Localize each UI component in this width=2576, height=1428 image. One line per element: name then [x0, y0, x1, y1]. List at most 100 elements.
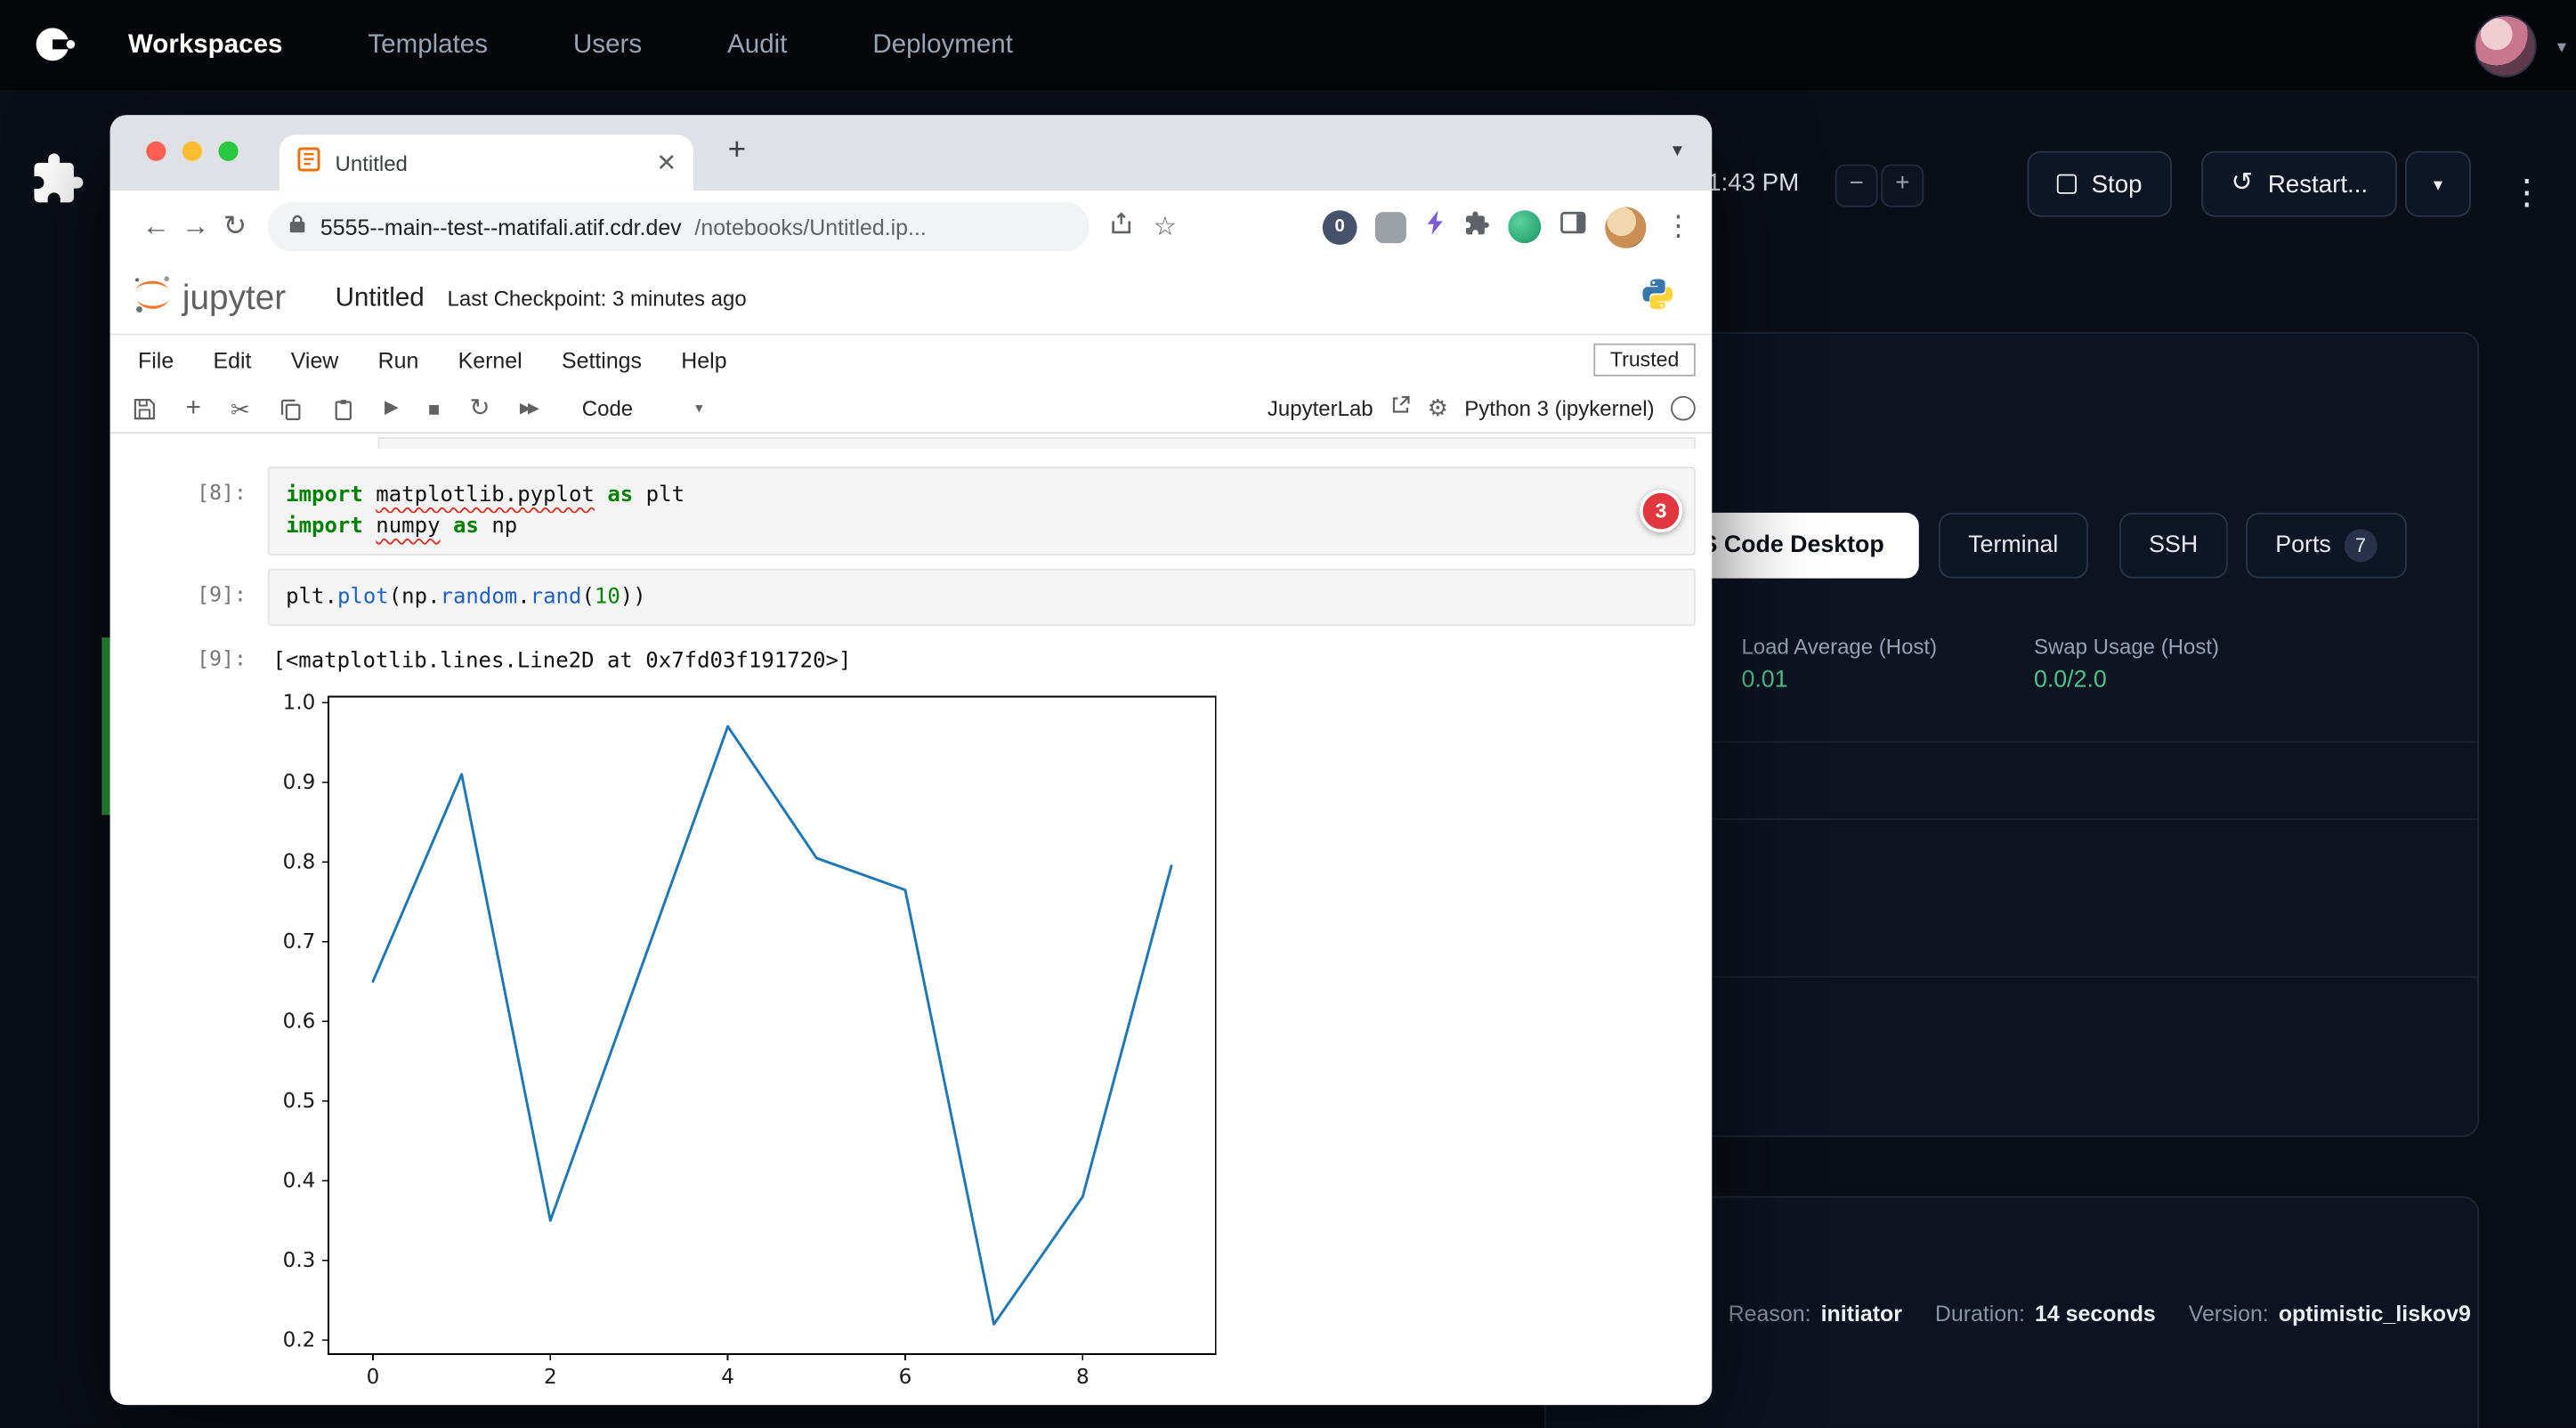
back-icon[interactable]: ←	[136, 210, 175, 243]
share-icon[interactable]	[1109, 210, 1134, 243]
browser-toolbar: ← → ↻ 5555--main--test--matifali.atif.cd…	[110, 191, 1713, 263]
extension-icon-1[interactable]: 0	[1323, 209, 1357, 244]
cell-type-dropdown[interactable]: Code ▾	[582, 396, 703, 421]
restart-kernel-icon[interactable]: ↻	[469, 396, 490, 421]
top-navbar: Workspaces Templates Users Audit Deploym…	[0, 0, 2576, 92]
ports-button[interactable]: Ports 7	[2246, 513, 2407, 579]
close-tab-icon[interactable]: ✕	[656, 150, 676, 175]
chevron-down-icon[interactable]: ▾	[2557, 37, 2566, 58]
jupyter-menubar: File Edit View Run Kernel Settings Help …	[110, 336, 1713, 385]
nav-item-deployment[interactable]: Deployment	[872, 30, 1013, 60]
interrupt-kernel-icon[interactable]: ■	[428, 399, 440, 418]
run-cell-icon[interactable]: ▶	[385, 400, 399, 418]
url-path: /notebooks/Untitled.ip...	[694, 215, 926, 239]
jupyter-wordmark: jupyter	[182, 279, 286, 318]
close-window-button[interactable]	[146, 142, 166, 161]
extension-icon-3[interactable]	[1508, 210, 1541, 243]
menu-file[interactable]: File	[138, 347, 174, 372]
cell-prompt: [8]:	[110, 467, 268, 556]
increment-button[interactable]: +	[1881, 165, 1924, 207]
ports-count-badge: 7	[2345, 529, 2378, 562]
add-cell-icon[interactable]: +	[186, 395, 201, 422]
browser-tab[interactable]: Untitled ✕	[279, 134, 693, 191]
nav-item-audit[interactable]: Audit	[727, 30, 787, 60]
url-host: 5555--main--test--matifali.atif.cdr.dev	[320, 215, 682, 239]
notebook-favicon	[296, 145, 322, 180]
chevron-down-icon: ▾	[2434, 174, 2442, 195]
save-icon[interactable]	[134, 397, 157, 420]
code-editor[interactable]: plt.plot(np.random.rand(10))	[268, 569, 1696, 627]
nav-item-templates[interactable]: Templates	[368, 30, 488, 60]
notebook-body: [8]: import matplotlib.pyplot as pltimpo…	[110, 434, 1713, 1405]
svg-text:0.4: 0.4	[283, 1170, 316, 1193]
user-avatar[interactable]	[2475, 15, 2537, 77]
output-text: [<matplotlib.lines.Line2D at 0x7fd03f191…	[268, 645, 852, 677]
coder-logo-icon[interactable]	[27, 18, 79, 70]
jupyter-logo-icon	[132, 272, 174, 323]
maximize-window-button[interactable]	[218, 142, 238, 161]
cut-cell-icon[interactable]: ✂	[231, 397, 250, 420]
reload-icon[interactable]: ↻	[215, 210, 255, 243]
jupyter-toolbar: + ✂ ▶ ■ ↻ ▶▶ Code ▾ JupyterLab ⚙ P	[110, 385, 1713, 434]
ssh-button[interactable]: SSH	[2119, 513, 2227, 579]
run-all-icon[interactable]: ▶▶	[520, 401, 536, 416]
nav-item-users[interactable]: Users	[573, 30, 642, 60]
code-editor[interactable]: import matplotlib.pyplot as pltimport nu…	[268, 467, 1696, 556]
figure-row: 0.20.30.40.50.60.70.80.91.002468	[110, 690, 1713, 1400]
decrement-button[interactable]: −	[1835, 165, 1878, 207]
cell-prompt: [9]:	[110, 569, 268, 627]
minimize-window-button[interactable]	[182, 142, 202, 161]
extension-icon-2[interactable]	[1375, 211, 1406, 242]
nav-item-workspaces[interactable]: Workspaces	[128, 30, 282, 60]
menu-settings[interactable]: Settings	[562, 347, 642, 372]
terminal-button[interactable]: Terminal	[1939, 513, 2088, 579]
trusted-badge[interactable]: Trusted	[1593, 344, 1695, 377]
tab-title: Untitled	[336, 150, 657, 175]
restart-options-button[interactable]: ▾	[2405, 151, 2471, 217]
svg-text:0.9: 0.9	[283, 771, 316, 794]
jupyterlab-link[interactable]: JupyterLab	[1268, 396, 1373, 421]
stop-button[interactable]: Stop	[2028, 151, 2172, 217]
output-cell-9: [9]: [<matplotlib.lines.Line2D at 0x7fd0…	[110, 645, 1696, 677]
matplotlib-figure: 0.20.30.40.50.60.70.80.91.002468	[272, 690, 1226, 1400]
extension-bolt-icon[interactable]	[1424, 210, 1446, 243]
workspace-menu-button[interactable]: ⋮	[2504, 161, 2550, 227]
svg-text:0.6: 0.6	[283, 1010, 316, 1034]
address-bar[interactable]: 5555--main--test--matifali.atif.cdr.dev /…	[268, 202, 1090, 251]
jupyter-header: jupyter Untitled Last Checkpoint: 3 minu…	[110, 263, 1713, 335]
new-tab-button[interactable]: +	[728, 134, 747, 170]
svg-text:0.5: 0.5	[283, 1090, 316, 1113]
menu-run[interactable]: Run	[378, 347, 419, 372]
svg-text:0.3: 0.3	[283, 1249, 316, 1272]
paste-cell-icon[interactable]	[332, 397, 355, 420]
restart-button[interactable]: ↺ Restart...	[2201, 151, 2397, 217]
browser-tab-strip: Untitled ✕ + ▾	[110, 115, 1713, 191]
copy-cell-icon[interactable]	[279, 397, 303, 420]
tab-search-icon[interactable]: ▾	[1673, 138, 1682, 161]
side-panel-icon[interactable]	[1559, 208, 1587, 245]
external-link-icon[interactable]	[1389, 394, 1411, 423]
forward-icon[interactable]: →	[175, 210, 215, 243]
restart-icon: ↺	[2231, 171, 2253, 198]
svg-text:8: 8	[1076, 1366, 1090, 1389]
extensions-puzzle-icon[interactable]	[1464, 209, 1491, 244]
kernel-name[interactable]: Python 3 (ipykernel)	[1464, 396, 1654, 421]
browser-profile-avatar[interactable]	[1605, 207, 1646, 247]
workspace-build-info: Reason: initiator Duration: 14 seconds V…	[1729, 1302, 2471, 1327]
window-controls	[146, 142, 238, 161]
notebook-title[interactable]: Untitled	[336, 283, 425, 312]
settings-gear-icon[interactable]: ⚙	[1428, 394, 1448, 422]
menu-edit[interactable]: Edit	[214, 347, 252, 372]
browser-menu-icon[interactable]: ⋮	[1665, 210, 1692, 243]
browser-window: Untitled ✕ + ▾ ← → ↻ 5555--main--test--m…	[110, 115, 1713, 1405]
checkpoint-status: Last Checkpoint: 3 minutes ago	[448, 286, 747, 311]
svg-text:0.2: 0.2	[283, 1329, 316, 1352]
menu-view[interactable]: View	[291, 347, 339, 372]
code-cell-8: [8]: import matplotlib.pyplot as pltimpo…	[110, 467, 1696, 556]
bookmark-star-icon[interactable]: ☆	[1154, 210, 1177, 243]
load-average-stat: Load Average (Host) 0.01	[1741, 634, 1937, 693]
menu-kernel[interactable]: Kernel	[458, 347, 522, 372]
svg-text:0.7: 0.7	[283, 930, 316, 953]
menu-help[interactable]: Help	[681, 347, 726, 372]
notification-count-badge[interactable]: 3	[1640, 490, 1682, 532]
